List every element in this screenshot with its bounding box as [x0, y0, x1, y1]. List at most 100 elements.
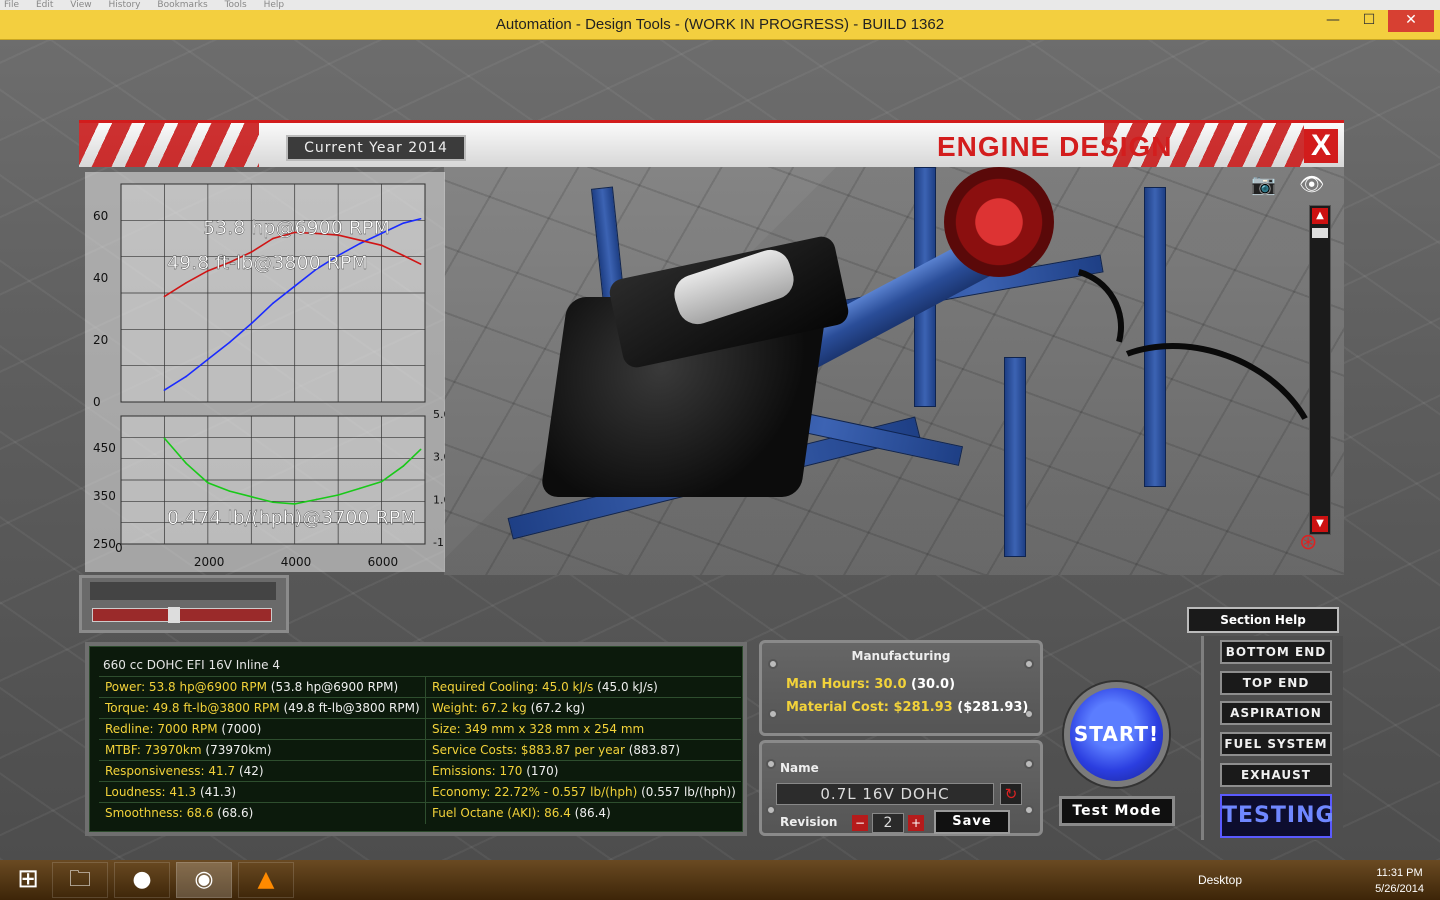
maximize-button[interactable]: ☐	[1354, 10, 1384, 32]
close-window-button[interactable]: ✕	[1388, 10, 1434, 32]
tab-aspiration[interactable]: ASPIRATION	[1220, 701, 1332, 725]
stat-cell-right: Emissions: 170 (170)	[424, 760, 741, 782]
test-mode-button[interactable]: Test Mode	[1059, 796, 1175, 826]
tab-fuel-system[interactable]: FUEL SYSTEM	[1220, 732, 1332, 756]
vlc-icon[interactable]: ▲	[238, 862, 294, 898]
eye-icon[interactable]: 👁	[1299, 172, 1324, 196]
firefox-icon[interactable]: ●	[114, 862, 170, 898]
charts-svg: 60 40 20 0 53.8 hp@6900 RPM 49.8 ft-lb@3800 R…	[85, 172, 445, 572]
engine-name-field[interactable]: 0.7L 16V DOHC	[776, 783, 994, 805]
timeline-slider-knob[interactable]	[168, 607, 180, 623]
stat-value: (49.8 ft-lb@3800 RPM)	[283, 701, 420, 715]
stat-value: (73970km)	[205, 743, 272, 757]
stats-row: Torque: 49.8 ft-lb@3800 RPM (49.8 ft-lb@…	[99, 697, 741, 719]
data-point	[293, 503, 296, 505]
y-tick-label-right: -1.0	[433, 536, 445, 549]
stat-label: Economy: 22.72% - 0.557 lb/(hph)	[431, 785, 638, 799]
data-point	[272, 501, 274, 504]
stat-label: Loudness: 41.3	[105, 785, 197, 799]
screw-icon	[766, 805, 776, 815]
stat-label: Redline: 7000 RPM	[105, 722, 218, 736]
chart-annotation: 49.8 ft-lb@3800 RPM	[167, 252, 368, 274]
save-button[interactable]: Save	[934, 810, 1010, 834]
y-tick-label: 60	[93, 209, 108, 223]
x-tick-label: 0	[115, 541, 123, 555]
clock-time: 11:31 PM	[1376, 867, 1423, 879]
y-tick-label-right: 3.0	[433, 451, 445, 464]
stats-row: Responsiveness: 41.7 (42) Emissions: 170 …	[99, 760, 741, 782]
section-help-button[interactable]: Section Help	[1187, 607, 1339, 633]
engine-stats-panel: 660 cc DOHC EFI 16V Inline 4 Power: 53.8…	[85, 642, 747, 836]
stats-table: Power: 53.8 hp@6900 RPM (53.8 hp@6900 RP…	[99, 676, 741, 824]
tab-exhaust[interactable]: EXHAUST	[1220, 763, 1332, 787]
y-tick-label: 250	[93, 537, 116, 551]
tab-bottom-end[interactable]: BOTTOM END	[1220, 640, 1332, 664]
data-point	[380, 244, 383, 247]
data-point	[359, 487, 361, 490]
screw-icon	[1024, 805, 1034, 815]
stat-value: (7000)	[221, 722, 262, 736]
start-button[interactable]: START!	[1064, 682, 1169, 787]
scroll-thumb[interactable]	[1312, 228, 1328, 238]
stat-label: Service Costs: $883.87 per year	[431, 743, 625, 757]
data-point	[293, 285, 296, 287]
engine-3d-viewport[interactable]	[444, 167, 1351, 586]
data-point	[207, 481, 209, 484]
view-zoom-scrollbar[interactable]: ▲ ▼	[1309, 205, 1331, 535]
windows-start-icon[interactable]: ⊞	[0, 862, 56, 898]
data-point	[250, 495, 253, 498]
timeline-slider[interactable]	[92, 608, 272, 622]
window-title: Automation - Design Tools - (WORK IN PRO…	[495, 16, 945, 33]
data-point	[163, 437, 166, 440]
menu-tools[interactable]: Tools	[225, 0, 247, 10]
reset-name-icon[interactable]: ↻	[1000, 783, 1022, 805]
stat-label: Emissions: 170	[431, 764, 523, 778]
panel-header: Current Year 2014 ENGINE DESIGN X	[79, 120, 1344, 167]
stat-cell-right: Fuel Octane (AKI): 86.4 (86.4)	[424, 802, 741, 824]
desktop-toolbar-label[interactable]: Desktop	[1198, 873, 1242, 887]
stats-row: MTBF: 73970km (73970km) Service Costs: $8…	[99, 739, 741, 761]
chart-annotation: 53.8 hp@6900 RPM	[203, 217, 390, 239]
windows-taskbar: ⊞ 🗀 ● ◉ ▲ Desktop 11:31 PM 5/26/2014	[0, 860, 1440, 900]
stats-row: Loudness: 41.3 (41.3) Economy: 22.72% - 0…	[99, 781, 741, 803]
screw-icon	[768, 709, 778, 719]
revision-increment-button[interactable]: +	[908, 815, 924, 831]
y-tick-label: 40	[93, 271, 108, 285]
man-hours: Man Hours: 30.0 (30.0)	[786, 677, 956, 692]
panel-title: ENGINE DESIGN	[937, 131, 1173, 162]
close-panel-button[interactable]: X	[1304, 129, 1338, 163]
material-cost: Material Cost: $281.93 ($281.93)	[786, 700, 1029, 715]
minimize-button[interactable]: —	[1318, 10, 1348, 32]
stat-label: Size: 349 mm x 328 mm x 254 mm	[431, 722, 645, 736]
menu-edit[interactable]: Edit	[36, 0, 53, 10]
x-tick-label: 4000	[281, 555, 312, 569]
reset-view-icon[interactable]: ⊛	[1299, 530, 1317, 555]
menu-history[interactable]: History	[108, 0, 140, 10]
menu-file[interactable]: File	[4, 0, 19, 10]
stat-cell-left: Responsiveness: 41.7 (42)	[99, 760, 426, 782]
stat-label: Power: 53.8 hp@6900 RPM	[105, 680, 267, 694]
y-tick-label: 0	[93, 395, 101, 409]
stat-cell-left: Torque: 49.8 ft-lb@3800 RPM (49.8 ft-lb@…	[99, 697, 426, 719]
tab-top-end[interactable]: TOP END	[1220, 671, 1332, 695]
scroll-up-icon[interactable]: ▲	[1312, 208, 1328, 224]
taskbar-clock[interactable]: 11:31 PM 5/26/2014	[1375, 865, 1424, 897]
stat-value: (42)	[238, 764, 264, 778]
system-tray: Desktop 11:31 PM 5/26/2014	[1180, 860, 1440, 900]
file-explorer-icon[interactable]: 🗀	[52, 862, 108, 898]
data-point	[163, 295, 166, 298]
tab-testing[interactable]: TESTING	[1220, 794, 1334, 838]
stat-cell-right: Weight: 67.2 kg (67.2 kg)	[424, 697, 741, 719]
menu-bookmarks[interactable]: Bookmarks	[157, 0, 207, 10]
manufacturing-title: Manufacturing	[851, 649, 951, 663]
menu-view[interactable]: View	[70, 0, 91, 10]
data-point	[272, 302, 274, 305]
current-year-label: Current Year 2014	[286, 135, 466, 161]
header-stripes-left	[79, 123, 259, 167]
data-point	[402, 465, 405, 467]
y-tick-label-right: 5.0	[433, 408, 445, 421]
revision-decrement-button[interactable]: −	[852, 815, 868, 831]
automation-app-icon[interactable]: ◉	[176, 862, 232, 898]
camera-icon[interactable]: 📷	[1251, 172, 1276, 196]
menu-help[interactable]: Help	[264, 0, 285, 10]
